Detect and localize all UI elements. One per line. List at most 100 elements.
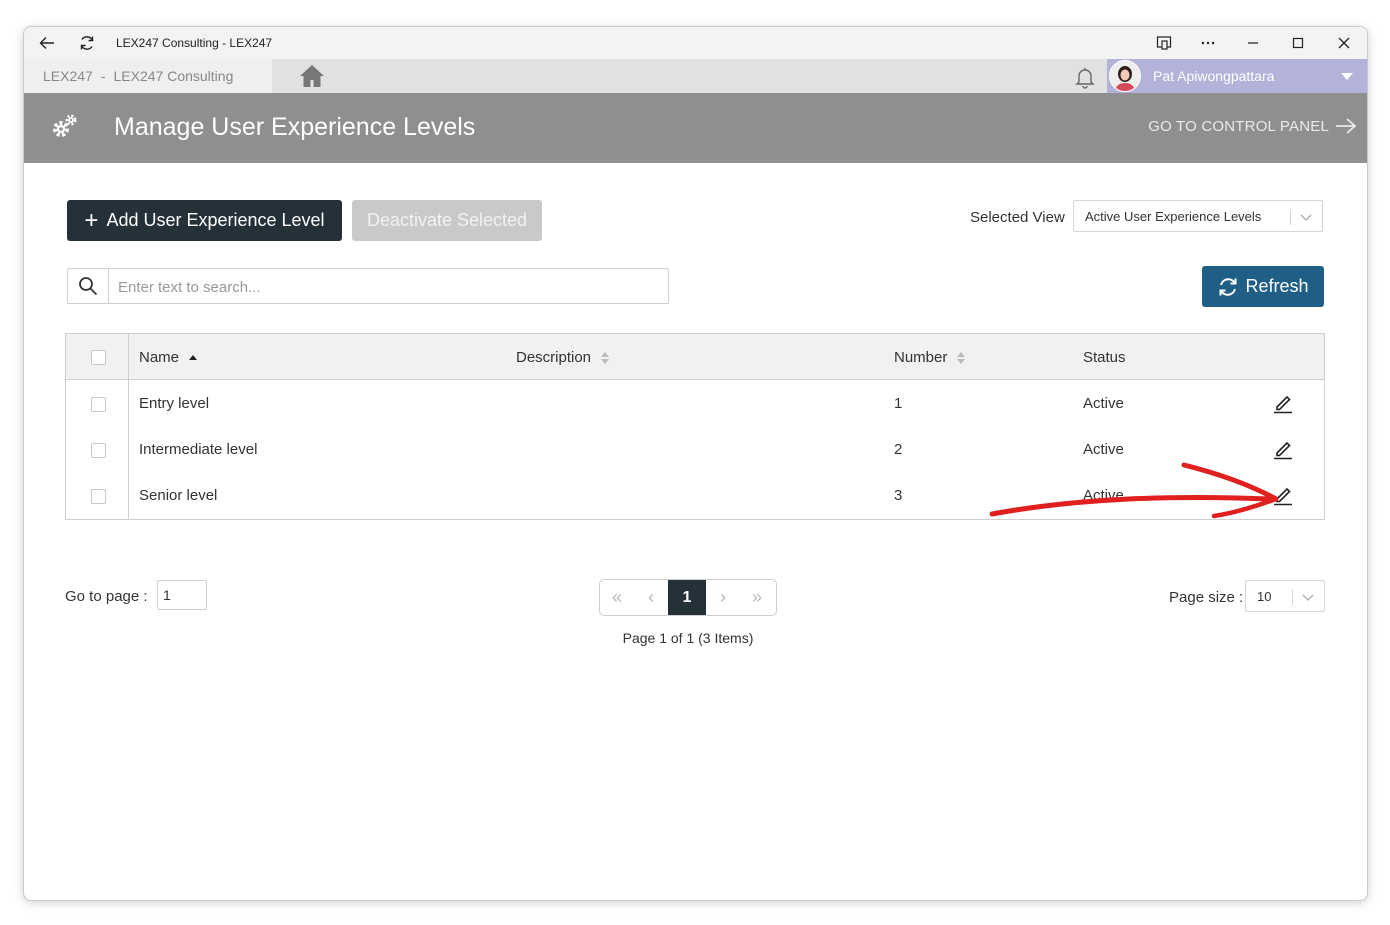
reload-button[interactable] <box>75 31 99 55</box>
dropdown-divider <box>1290 209 1291 225</box>
cell-status: Active <box>1083 441 1124 458</box>
refresh-icon <box>1219 277 1237 296</box>
sort-icon <box>957 351 966 364</box>
edit-pencil-icon[interactable] <box>1271 437 1295 461</box>
chevron-left-icon: ‹ <box>648 587 654 607</box>
chevron-down-icon <box>1300 214 1312 221</box>
user-photo-icon <box>1110 61 1140 91</box>
go-to-page-label: Go to page : <box>65 588 148 605</box>
go-to-page-input[interactable] <box>157 580 207 610</box>
selected-view-label: Selected View <box>970 209 1065 226</box>
page-size-value: 10 <box>1257 588 1272 604</box>
deactivate-button-label: Deactivate Selected <box>366 210 528 230</box>
bell-icon <box>1075 68 1095 89</box>
close-window-button[interactable] <box>1332 31 1356 55</box>
page-size-label: Page size : <box>1169 589 1244 606</box>
row-checkbox[interactable] <box>91 397 106 412</box>
close-icon <box>1338 37 1350 49</box>
cell-number: 3 <box>894 487 903 504</box>
selected-view-dropdown[interactable]: Active User Experience Levels <box>1073 200 1323 232</box>
column-name-label: Name <box>139 349 180 366</box>
refresh-button-label: Refresh <box>1245 276 1309 296</box>
row-checkbox[interactable] <box>91 489 106 504</box>
reload-icon <box>80 36 94 50</box>
column-description-label: Description <box>516 349 592 366</box>
cell-status: Active <box>1083 395 1124 412</box>
home-button[interactable] <box>298 63 326 89</box>
page-header: Manage User Experience Levels GO TO CONT… <box>24 93 1367 163</box>
gears-icon <box>53 114 77 137</box>
pager: « ‹ 1 › » <box>599 579 777 616</box>
title-bar: LEX247 Consulting - LEX247 <box>24 27 1367 59</box>
column-status-label: Status <box>1083 349 1126 366</box>
window-title: LEX247 Consulting - LEX247 <box>116 36 273 50</box>
chevron-down-icon <box>1302 594 1314 601</box>
org-name: LEX247 Consulting <box>113 68 234 84</box>
current-page-number: 1 <box>682 588 692 606</box>
row-checkbox[interactable] <box>91 443 106 458</box>
edit-pencil-icon[interactable] <box>1271 483 1295 507</box>
deactivate-selected-button[interactable]: Deactivate Selected <box>352 200 542 241</box>
table-row[interactable]: Entry level 1 Active <box>66 381 1324 427</box>
cast-button[interactable] <box>1152 31 1176 55</box>
sort-icon <box>601 351 610 364</box>
go-to-control-panel-link[interactable]: GO TO CONTROL PANEL <box>1148 117 1357 135</box>
cell-name: Senior level <box>139 487 218 504</box>
control-panel-link-label: GO TO CONTROL PANEL <box>1148 117 1329 135</box>
experience-levels-table: Name Description Number Status Entry lev… <box>65 333 1325 520</box>
search-icon <box>79 277 98 296</box>
org-breadcrumb[interactable]: LEX247 - LEX247 Consulting <box>24 59 272 93</box>
arrow-right-icon <box>1336 118 1357 134</box>
cell-number: 1 <box>894 395 903 412</box>
cell-status: Active <box>1083 487 1124 504</box>
add-user-experience-level-button[interactable]: + Add User Experience Level <box>67 200 342 241</box>
table-header: Name Description Number Status <box>66 334 1324 380</box>
column-header-description[interactable]: Description <box>516 349 610 366</box>
back-button[interactable] <box>35 31 59 55</box>
page-button-current[interactable]: 1 <box>668 580 706 615</box>
select-all-checkbox[interactable] <box>91 350 106 365</box>
plus-icon: + <box>84 206 99 234</box>
table-row[interactable]: Intermediate level 2 Active <box>66 427 1324 473</box>
cell-number: 2 <box>894 441 903 458</box>
sort-ascending-icon <box>189 355 198 360</box>
breadcrumb-separator: - <box>100 68 106 84</box>
add-button-label: Add User Experience Level <box>106 210 325 230</box>
search-box <box>67 268 669 304</box>
page-size-dropdown[interactable]: 10 <box>1245 580 1325 612</box>
dropdown-divider <box>1292 589 1293 605</box>
refresh-button[interactable]: Refresh <box>1202 266 1324 307</box>
minimize-icon <box>1248 42 1258 44</box>
top-nav: LEX247 - LEX247 Consulting Pat Apiwongpa… <box>24 59 1367 93</box>
notifications-button[interactable] <box>1073 65 1097 89</box>
user-name: Pat Apiwongpattara <box>1153 68 1275 84</box>
last-page-button[interactable]: » <box>740 580 774 615</box>
maximize-button[interactable] <box>1286 31 1310 55</box>
next-page-button[interactable]: › <box>706 580 740 615</box>
more-dots-icon <box>1201 41 1215 45</box>
home-icon <box>300 65 324 87</box>
column-header-status: Status <box>1083 349 1126 366</box>
back-arrow-icon <box>39 37 54 49</box>
chevron-down-icon <box>1341 72 1353 80</box>
first-page-button[interactable]: « <box>600 580 634 615</box>
page-title: Manage User Experience Levels <box>114 113 476 141</box>
maximize-icon <box>1292 37 1304 49</box>
edit-pencil-icon[interactable] <box>1271 391 1295 415</box>
search-input[interactable] <box>110 270 660 304</box>
user-menu[interactable]: Pat Apiwongpattara <box>1107 59 1367 93</box>
table-row[interactable]: Senior level 3 Active <box>66 473 1324 519</box>
previous-page-button[interactable]: ‹ <box>634 580 668 615</box>
cell-name: Intermediate level <box>139 441 258 458</box>
search-button[interactable] <box>68 269 109 303</box>
more-options-button[interactable] <box>1196 31 1220 55</box>
app-window: LEX247 Consulting - LEX247 LEX247 - LEX2… <box>23 26 1368 901</box>
selected-view-value: Active User Experience Levels <box>1085 208 1262 224</box>
org-short-name: LEX247 <box>43 68 93 84</box>
chevron-right-icon: › <box>720 587 726 607</box>
minimize-button[interactable] <box>1241 31 1265 55</box>
double-chevron-right-icon: » <box>751 587 762 607</box>
cast-icon <box>1156 36 1172 50</box>
column-header-number[interactable]: Number <box>894 349 966 366</box>
column-header-name[interactable]: Name <box>139 349 198 366</box>
